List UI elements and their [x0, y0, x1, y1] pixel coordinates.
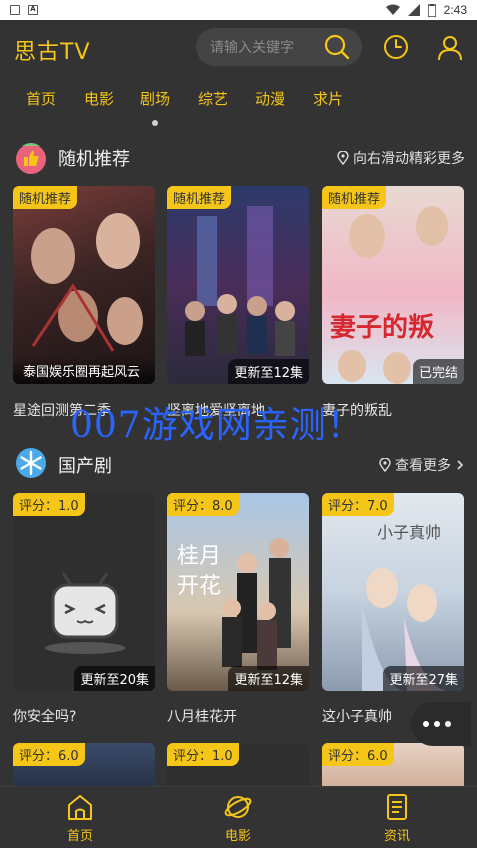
poster-image: 小子真帅 — [362, 523, 452, 691]
watermark-text: 007游戏网亲测！ — [70, 405, 364, 446]
bottom-nav-movies-label: 电影 — [224, 829, 251, 844]
search-icon[interactable] — [324, 34, 350, 60]
card-tag: 评分：1.0 — [167, 743, 239, 766]
status-bar: A 2:43 — [0, 0, 477, 20]
home-icon — [68, 795, 92, 820]
poster-image — [185, 206, 295, 356]
tab-request[interactable]: 求片 — [313, 88, 343, 109]
bottom-nav-home-label: 首页 — [66, 829, 93, 844]
poster-image: 妻子的叛 — [330, 206, 448, 384]
placeholder-tv-icon — [45, 572, 125, 654]
svg-text:桂月: 桂月 — [177, 544, 221, 569]
app-bar: 思古TV 请输入关键字 — [0, 20, 477, 75]
poster-image: 桂月 开花 — [177, 538, 291, 670]
card-tag: 评分：8.0 — [167, 493, 239, 516]
app-logo-title: 思古TV — [14, 40, 91, 65]
more-dot — [445, 721, 451, 727]
random-section-more[interactable]: 向右滑动精彩更多 — [337, 148, 465, 168]
poster-image — [31, 213, 143, 352]
card-tag: 随机推荐 — [322, 186, 387, 209]
signal-icon — [407, 4, 420, 16]
domestic-section-title: 国产剧 — [58, 456, 112, 477]
thumbs-up-icon — [16, 143, 46, 174]
more-dots-icon — [423, 721, 429, 727]
search-bar[interactable]: 请输入关键字 — [196, 28, 362, 66]
screenshot-icon — [10, 5, 20, 15]
bottom-nav-movies[interactable]: 电影 — [198, 793, 278, 844]
tab-anime[interactable]: 动漫 — [255, 88, 285, 109]
wifi-icon — [385, 4, 400, 15]
card-tag: 评分：6.0 — [322, 743, 394, 766]
random-card-2[interactable]: 随机推荐 更新至12集 — [167, 186, 309, 384]
user-profile-icon[interactable] — [436, 33, 464, 61]
svg-text:小子真帅: 小子真帅 — [377, 523, 441, 542]
card-caption: 泰国娱乐圈再起风云 — [13, 357, 155, 384]
location-pin-icon — [379, 458, 391, 472]
domestic-card-1[interactable]: 评分：1.0 更新至20集 — [13, 493, 155, 691]
planet-icon — [224, 796, 252, 818]
battery-icon — [427, 3, 436, 17]
domestic-section-header: 国产剧 查看更多 — [0, 447, 477, 483]
history-clock-icon[interactable] — [382, 33, 410, 61]
card-title[interactable]: 八月桂花开 — [167, 706, 309, 726]
bottom-nav-news[interactable]: 资讯 — [357, 793, 437, 844]
card-badge: 更新至27集 — [383, 666, 464, 691]
snowflake-icon — [16, 448, 46, 478]
card-badge: 更新至12集 — [228, 359, 309, 384]
random-section-header: 随机推荐 向右滑动精彩更多 — [0, 140, 477, 176]
search-placeholder: 请输入关键字 — [210, 40, 294, 56]
tab-home[interactable]: 首页 — [26, 88, 56, 109]
tab-variety[interactable]: 综艺 — [198, 88, 228, 109]
domestic-card-2[interactable]: 评分：8.0 桂月 开花 更新至12集 — [167, 493, 309, 691]
tab-movies[interactable]: 电影 — [84, 88, 114, 109]
bottom-nav-home[interactable]: 首页 — [40, 793, 120, 844]
svg-text:妻子的叛: 妻子的叛 — [330, 312, 434, 343]
card-tag: 评分：7.0 — [322, 493, 394, 516]
card-tag: 随机推荐 — [13, 186, 78, 209]
card-tag: 评分：1.0 — [13, 493, 85, 516]
random-more-label: 向右滑动精彩更多 — [353, 151, 465, 167]
card-tag: 随机推荐 — [167, 186, 232, 209]
card-badge: 已完结 — [412, 359, 464, 384]
random-card-1[interactable]: 随机推荐 泰国娱乐圈再起风云 — [13, 186, 155, 384]
status-time: 2:43 — [443, 3, 467, 17]
floating-more-button[interactable] — [411, 702, 471, 746]
a-notification-icon: A — [28, 5, 38, 15]
category-tabs: 首页 电影 剧场 综艺 动漫 求片 — [0, 88, 477, 118]
domestic-section-more[interactable]: 查看更多 — [379, 455, 465, 475]
tab-series[interactable]: 剧场 — [140, 88, 170, 109]
news-document-icon — [387, 794, 407, 820]
chevron-right-icon — [457, 460, 464, 470]
random-section-title: 随机推荐 — [58, 149, 130, 170]
more-dot — [434, 721, 440, 727]
bottom-nav-news-label: 资讯 — [383, 829, 410, 844]
domestic-more-label: 查看更多 — [395, 458, 451, 474]
card-title[interactable]: 你安全吗? — [13, 706, 155, 726]
bottom-navigation: 首页 电影 资讯 — [0, 786, 477, 848]
card-badge: 更新至20集 — [74, 666, 155, 691]
card-tag: 评分：6.0 — [13, 743, 85, 766]
svg-text:开花: 开花 — [177, 574, 221, 599]
location-pin-icon — [337, 151, 349, 165]
card-badge: 更新至12集 — [228, 666, 309, 691]
random-card-3[interactable]: 随机推荐 妻子的叛 已完结 — [322, 186, 464, 384]
domestic-card-3[interactable]: 评分：7.0 小子真帅 更新至27集 — [322, 493, 464, 691]
active-tab-indicator — [152, 120, 158, 126]
